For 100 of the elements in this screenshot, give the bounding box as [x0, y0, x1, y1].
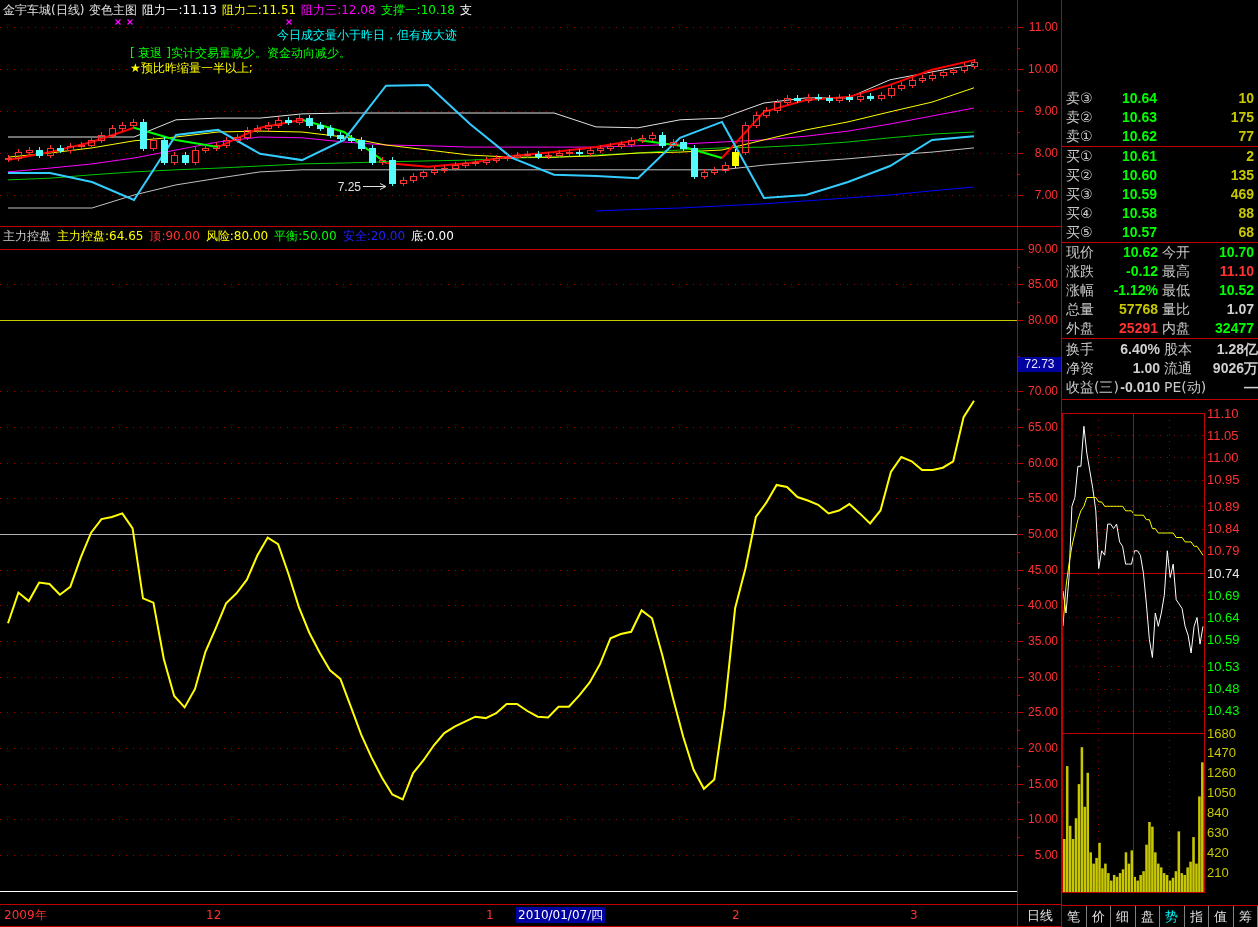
chart-style-label: 变色主图 [89, 3, 138, 17]
quote-label: 最高 [1162, 263, 1190, 280]
date-label: 3 [910, 908, 918, 922]
order-label: 买④ [1066, 205, 1093, 222]
axis-label: 45.00 [1027, 562, 1058, 577]
axis-label: 60.00 [1027, 455, 1058, 470]
axis-label: 11.00 [1207, 449, 1239, 465]
order-label: 买① [1066, 148, 1093, 165]
axis-label: 840 [1207, 805, 1229, 820]
axis-label: 10.84 [1207, 521, 1240, 537]
quote-value: 1.28亿 [1216, 341, 1258, 358]
quote-label: 换手 [1066, 341, 1094, 358]
axis-label: 11.00 [1028, 19, 1058, 34]
axis-label: 70.00 [1027, 384, 1058, 399]
stock-title: 金宇车城(日线) [3, 3, 85, 17]
order-price: 10.62 [1121, 128, 1157, 145]
quote-label: 今开 [1162, 244, 1190, 261]
quote-value: 10.52 [1218, 282, 1254, 299]
date-label: 1 [486, 908, 494, 922]
quote-value: 10.70 [1218, 244, 1254, 261]
cursor-value-label: 72.73 [1018, 357, 1061, 372]
quote-label: 流通 [1164, 360, 1192, 377]
axis-label: 20.00 [1027, 741, 1058, 756]
indicator-readout: 支 [460, 3, 472, 17]
order-volume: 175 [1230, 109, 1254, 126]
order-volume: 10 [1238, 90, 1254, 107]
axis-label: 10.74 [1207, 565, 1240, 581]
quote-label: 净资 [1066, 360, 1094, 377]
axis-label: 10.43 [1207, 703, 1240, 719]
axis-label: 30.00 [1027, 669, 1058, 684]
axis-label: 10.59 [1207, 632, 1240, 648]
axis-label: 90.00 [1027, 241, 1058, 256]
order-label: 卖① [1066, 128, 1093, 145]
quote-label: 现价 [1066, 244, 1094, 261]
quote-value: 1.00 [1132, 360, 1160, 377]
axis-label: 1050 [1207, 785, 1236, 801]
axis-label: 8.00 [1034, 145, 1058, 160]
quote-value: 9026万 [1212, 360, 1258, 377]
axis-label: 55.00 [1027, 491, 1058, 506]
signal-note: [ 衰退 ]实计交易量减少。资金动向减少。 [130, 46, 351, 61]
axis-label: 1470 [1207, 745, 1236, 761]
axis-label: 10.00 [1027, 812, 1058, 827]
axis-label: 210 [1207, 864, 1229, 880]
legend-item: 风险:80.00 [205, 229, 269, 243]
quote-label: 股本 [1164, 341, 1192, 358]
order-price: 10.58 [1121, 205, 1157, 222]
axis-label: 15.00 [1027, 776, 1058, 791]
axis-label: 80.00 [1027, 313, 1058, 328]
signal-note: 今日成交量小于昨日，但有放大迹 [277, 28, 457, 43]
order-label: 卖③ [1066, 90, 1093, 107]
legend-item: 顶:90.00 [149, 229, 200, 243]
order-price: 10.57 [1121, 224, 1157, 241]
order-label: 买③ [1066, 186, 1093, 203]
quote-label: PE(动) [1164, 379, 1207, 396]
order-price: 10.59 [1121, 186, 1157, 203]
order-label: 卖② [1066, 109, 1093, 126]
quote-value: -0.12 [1126, 263, 1158, 280]
date-label: 12 [206, 908, 222, 922]
axis-label: 65.00 [1027, 420, 1058, 435]
axis-label: 1680 [1207, 725, 1236, 741]
quote-label: 涨幅 [1066, 282, 1094, 299]
axis-label: 11.10 [1207, 405, 1239, 421]
indicator-title: 主力控盘 [3, 229, 51, 243]
axis-label: 10.69 [1207, 587, 1240, 603]
legend-item: 安全:20.00 [342, 229, 406, 243]
legend-item: 平衡:50.00 [274, 229, 337, 243]
signal-note: ★预比昨缩量一半以上; [130, 61, 253, 76]
quote-label: 内盘 [1162, 320, 1190, 337]
indicator-readout: 阻力二:11.51 [221, 3, 297, 17]
indicator-readout: 阻力三:12.08 [301, 3, 376, 17]
legend-item: 主力控盘:64.65 [57, 229, 144, 243]
order-price: 10.64 [1121, 90, 1157, 107]
order-volume: 2 [1246, 148, 1254, 165]
quote-label: 收益(三) [1066, 379, 1119, 396]
axis-label: 10.89 [1207, 498, 1240, 514]
quote-value: -1.12% [1113, 282, 1158, 299]
quote-value: 32477 [1215, 320, 1254, 337]
quote-value: 25291 [1119, 320, 1158, 337]
axis-label: 7.00 [1034, 188, 1058, 202]
axis-label: 1260 [1207, 765, 1236, 781]
axis-label: 10.53 [1207, 658, 1240, 674]
order-volume: 68 [1238, 224, 1254, 241]
indicator-readout: 阻力一:11.13 [142, 3, 217, 17]
axis-label: 10.79 [1207, 543, 1240, 559]
axis-label: 35.00 [1027, 634, 1058, 649]
quote-value: 57768 [1119, 301, 1158, 318]
order-volume: 135 [1230, 167, 1254, 184]
quote-value: -0.010 [1120, 379, 1160, 396]
order-volume: 77 [1238, 128, 1254, 145]
order-price: 10.61 [1121, 148, 1157, 165]
axis-label: 420 [1207, 844, 1229, 860]
axis-label: 50.00 [1027, 527, 1058, 542]
order-price: 10.63 [1121, 109, 1157, 126]
order-volume: 88 [1238, 205, 1254, 222]
quote-label: 外盘 [1066, 320, 1094, 337]
quote-label: 量比 [1162, 301, 1190, 318]
date-label: 2009年 [4, 908, 47, 922]
indicator-readout: 支撑一:10.18 [380, 3, 455, 17]
quote-value: — [1244, 379, 1258, 396]
quote-value: 11.10 [1219, 263, 1254, 280]
